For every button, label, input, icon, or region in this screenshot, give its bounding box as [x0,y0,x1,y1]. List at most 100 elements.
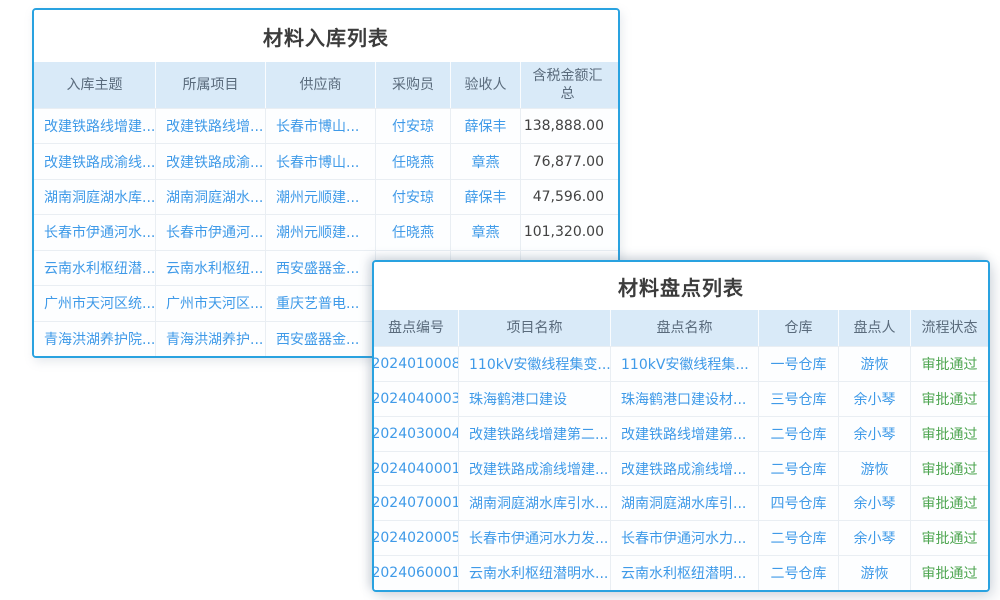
material-stocktake-card: 材料盘点列表 盘点编号项目名称盘点名称仓库盘点人流程状态 20240100081… [372,260,990,592]
supplier-cell: 西安盛器金... [265,251,375,285]
status-cell: 审批通过 [910,556,988,590]
column-header: 采购员 [375,62,450,108]
warehouse-cell: 四号仓库 [758,486,838,520]
project-cell: 湖南洞庭湖水... [155,180,265,214]
warehouse-cell: 二号仓库 [758,521,838,555]
project-cell: 改建铁路成渝... [155,144,265,178]
inbound-subject-cell: 青海洪湖养护院... [34,322,155,356]
inbound-subject-cell: 云南水利枢纽潜... [34,251,155,285]
table-row[interactable]: 2024020005长春市伊通河水力发...长春市伊通河水力...二号仓库余小琴… [374,520,988,555]
amount-cell: 47,596.00 [520,180,618,214]
stocktake-id-cell: 2024060001 [374,556,458,590]
project-cell: 广州市天河区... [155,286,265,320]
stocktake-table-title: 材料盘点列表 [374,262,988,310]
stocktake-table-header: 盘点编号项目名称盘点名称仓库盘点人流程状态 [374,310,988,346]
project-name-cell: 湖南洞庭湖水库引水... [458,486,610,520]
amount-cell: 138,888.00 [520,109,618,143]
project-name-cell: 改建铁路成渝线增建... [458,452,610,486]
stocktaker-cell: 余小琴 [838,382,910,416]
project-cell: 青海洪湖养护... [155,322,265,356]
stocktaker-cell: 余小琴 [838,521,910,555]
table-row[interactable]: 改建铁路成渝线...改建铁路成渝...长春市博山...任晓燕章燕76,877.0… [34,143,618,178]
stocktake-name-cell: 改建铁路成渝线增... [610,452,758,486]
purchaser-cell: 付安琼 [375,180,450,214]
column-header: 盘点名称 [610,310,758,346]
status-cell: 审批通过 [910,452,988,486]
stocktaker-cell: 游恢 [838,556,910,590]
supplier-cell: 长春市博山... [265,144,375,178]
column-header: 仓库 [758,310,838,346]
stocktaker-cell: 游恢 [838,452,910,486]
inspector-cell: 章燕 [450,144,520,178]
inbound-table-header: 入库主题所属项目供应商采购员验收人含税金额汇总 [34,62,618,108]
stocktake-name-cell: 珠海鹤港口建设材... [610,382,758,416]
stocktake-id-cell: 2024070001 [374,486,458,520]
table-row[interactable]: 2024060001云南水利枢纽潜明水...云南水利枢纽潜明...二号仓库游恢审… [374,555,988,590]
column-header: 流程状态 [910,310,988,346]
purchaser-cell: 任晓燕 [375,215,450,249]
project-name-cell: 改建铁路线增建第二... [458,417,610,451]
status-cell: 审批通过 [910,382,988,416]
stocktake-name-cell: 湖南洞庭湖水库引... [610,486,758,520]
table-row[interactable]: 2024040001改建铁路成渝线增建...改建铁路成渝线增...二号仓库游恢审… [374,451,988,486]
stocktake-table-body: 2024010008110kV安徽线程集变...110kV安徽线程集...一号仓… [374,346,988,590]
inspector-cell: 薛保丰 [450,109,520,143]
project-name-cell: 珠海鹤港口建设 [458,382,610,416]
warehouse-cell: 二号仓库 [758,417,838,451]
column-header: 入库主题 [34,62,155,108]
column-header: 含税金额汇总 [520,62,618,108]
column-header: 所属项目 [155,62,265,108]
stocktake-id-cell: 2024020005 [374,521,458,555]
status-cell: 审批通过 [910,521,988,555]
warehouse-cell: 一号仓库 [758,347,838,381]
warehouse-cell: 二号仓库 [758,452,838,486]
column-header: 验收人 [450,62,520,108]
table-row[interactable]: 2024070001湖南洞庭湖水库引水...湖南洞庭湖水库引...四号仓库余小琴… [374,485,988,520]
project-name-cell: 110kV安徽线程集变... [458,347,610,381]
status-cell: 审批通过 [910,486,988,520]
warehouse-cell: 三号仓库 [758,382,838,416]
column-header: 项目名称 [458,310,610,346]
supplier-cell: 重庆艺普电... [265,286,375,320]
stocktake-id-cell: 2024040001 [374,452,458,486]
column-header: 供应商 [265,62,375,108]
table-row[interactable]: 2024040003珠海鹤港口建设珠海鹤港口建设材...三号仓库余小琴审批通过 [374,381,988,416]
stocktake-name-cell: 改建铁路线增建第... [610,417,758,451]
stocktake-name-cell: 云南水利枢纽潜明... [610,556,758,590]
table-row[interactable]: 改建铁路线增建...改建铁路线增...长春市博山...付安琼薛保丰138,888… [34,108,618,143]
table-row[interactable]: 2024010008110kV安徽线程集变...110kV安徽线程集...一号仓… [374,346,988,381]
purchaser-cell: 任晓燕 [375,144,450,178]
stocktake-name-cell: 110kV安徽线程集... [610,347,758,381]
inbound-subject-cell: 广州市天河区统... [34,286,155,320]
supplier-cell: 长春市博山... [265,109,375,143]
amount-cell: 76,877.00 [520,144,618,178]
inbound-subject-cell: 湖南洞庭湖水库... [34,180,155,214]
supplier-cell: 西安盛器金... [265,322,375,356]
stocktake-id-cell: 2024040003 [374,382,458,416]
project-cell: 云南水利枢纽... [155,251,265,285]
inspector-cell: 章燕 [450,215,520,249]
status-cell: 审批通过 [910,347,988,381]
inspector-cell: 薛保丰 [450,180,520,214]
table-row[interactable]: 湖南洞庭湖水库...湖南洞庭湖水...潮州元顺建...付安琼薛保丰47,596.… [34,179,618,214]
inbound-subject-cell: 改建铁路成渝线... [34,144,155,178]
inbound-subject-cell: 改建铁路线增建... [34,109,155,143]
purchaser-cell: 付安琼 [375,109,450,143]
table-row[interactable]: 2024030004改建铁路线增建第二...改建铁路线增建第...二号仓库余小琴… [374,416,988,451]
project-name-cell: 云南水利枢纽潜明水... [458,556,610,590]
column-header: 盘点编号 [374,310,458,346]
stocktaker-cell: 余小琴 [838,417,910,451]
stocktake-name-cell: 长春市伊通河水力... [610,521,758,555]
stocktake-id-cell: 2024010008 [374,347,458,381]
stocktaker-cell: 游恢 [838,347,910,381]
project-cell: 改建铁路线增... [155,109,265,143]
status-cell: 审批通过 [910,417,988,451]
project-name-cell: 长春市伊通河水力发... [458,521,610,555]
project-cell: 长春市伊通河... [155,215,265,249]
supplier-cell: 潮州元顺建... [265,215,375,249]
inbound-subject-cell: 长春市伊通河水... [34,215,155,249]
table-row[interactable]: 长春市伊通河水...长春市伊通河...潮州元顺建...任晓燕章燕101,320.… [34,214,618,249]
stocktaker-cell: 余小琴 [838,486,910,520]
supplier-cell: 潮州元顺建... [265,180,375,214]
column-header: 盘点人 [838,310,910,346]
